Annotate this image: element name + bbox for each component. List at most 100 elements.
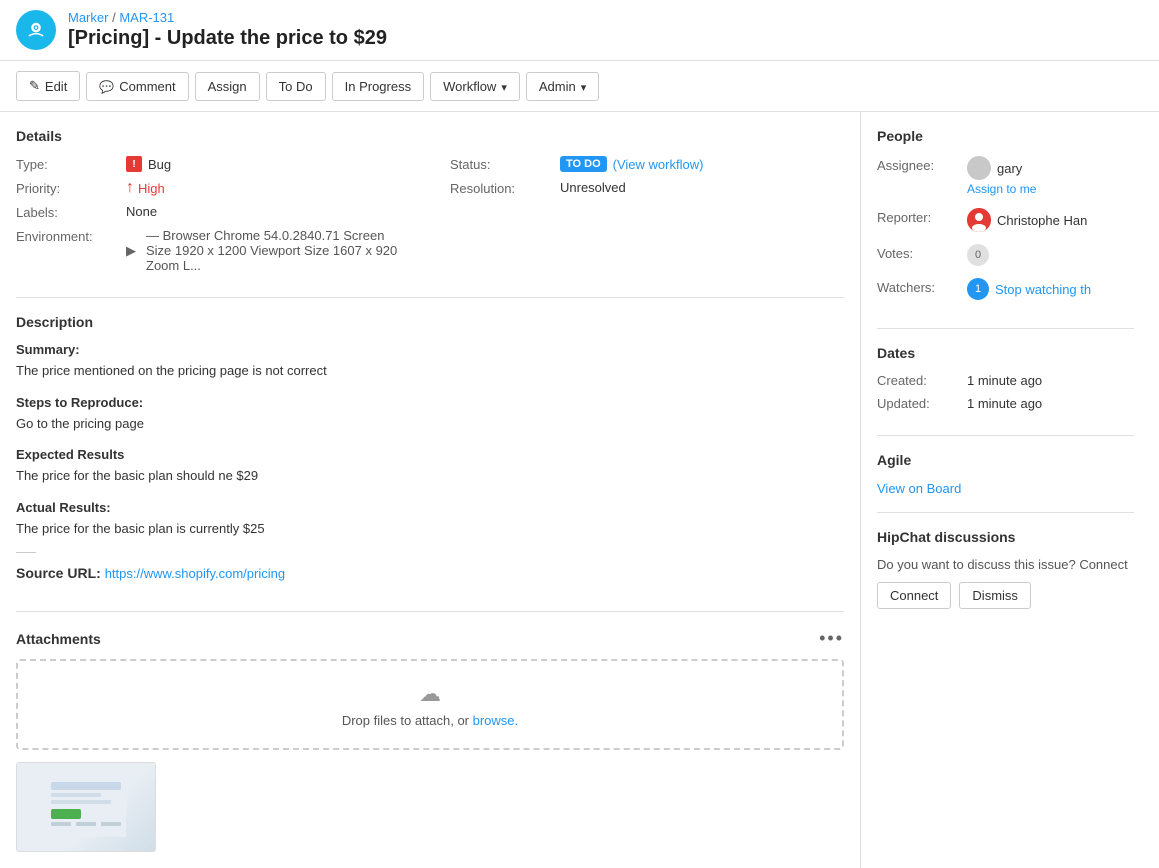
steps-heading: Steps to Reproduce: — [16, 395, 844, 410]
env-toggle[interactable]: ▶ — [126, 243, 136, 259]
hipchat-text: Do you want to discuss this issue? Conne… — [877, 557, 1134, 572]
browse-link[interactable]: browse. — [473, 713, 519, 728]
actual-heading: Actual Results: — [16, 500, 844, 515]
status-value: TO DO (View workflow) — [560, 156, 703, 172]
thumb-content — [17, 763, 155, 851]
created-row: Created: 1 minute ago — [877, 373, 1134, 388]
steps-block: Steps to Reproduce: Go to the pricing pa… — [16, 395, 844, 434]
main-layout: Details Type: ! Bug Priority: ↑ — [0, 112, 1159, 868]
updated-value: 1 minute ago — [967, 396, 1042, 411]
steps-text: Go to the pricing page — [16, 414, 844, 434]
description-title: Description — [16, 314, 844, 330]
agile-title: Agile — [877, 452, 1134, 468]
details-section: Details Type: ! Bug Priority: ↑ — [16, 128, 844, 298]
assign-button[interactable]: Assign — [195, 72, 260, 101]
assignee-row: Assignee: gary Assign to me — [877, 156, 1134, 196]
updated-row: Updated: 1 minute ago — [877, 396, 1134, 411]
upload-icon: ☁ — [38, 681, 822, 707]
dismiss-button[interactable]: Dismiss — [959, 582, 1031, 609]
assign-to-me-link[interactable]: Assign to me — [967, 182, 1036, 196]
summary-block: Summary: The price mentioned on the pric… — [16, 342, 844, 381]
assignee-person: gary — [967, 156, 1036, 180]
dates-title: Dates — [877, 345, 1134, 361]
attachment-thumbnail[interactable] — [16, 762, 156, 852]
source-url-block: Source URL: https://www.shopify.com/pric… — [16, 565, 844, 581]
expected-heading: Expected Results — [16, 447, 844, 462]
votes-label: Votes: — [877, 244, 967, 261]
expected-block: Expected Results The price for the basic… — [16, 447, 844, 486]
in-progress-button[interactable]: In Progress — [332, 72, 424, 101]
breadcrumb: Marker / MAR-131 — [68, 10, 387, 25]
content-area: Details Type: ! Bug Priority: ↑ — [0, 112, 860, 868]
drop-zone[interactable]: ☁ Drop files to attach, or browse. — [16, 659, 844, 750]
updated-label: Updated: — [877, 396, 967, 411]
watchers-label: Watchers: — [877, 278, 967, 295]
watchers-value: 1 Stop watching th — [967, 278, 1091, 300]
bug-icon: ! — [126, 156, 142, 172]
reporter-person: Christophe Han — [967, 208, 1087, 232]
votes-value: 0 — [967, 244, 989, 266]
reporter-row: Reporter: Christophe Han — [877, 208, 1134, 232]
chevron-down-icon — [581, 79, 587, 94]
view-workflow-link[interactable]: (View workflow) — [613, 157, 704, 172]
type-row: Type: ! Bug — [16, 156, 410, 172]
watchers-row: Watchers: 1 Stop watching th — [877, 278, 1134, 300]
votes-badge: 0 — [967, 244, 989, 266]
status-badge: TO DO — [560, 156, 607, 172]
actual-text: The price for the basic plan is currentl… — [16, 519, 844, 539]
assignee-label: Assignee: — [877, 156, 967, 173]
header-text: Marker / MAR-131 [Pricing] - Update the … — [68, 10, 387, 50]
priority-row: Priority: ↑ High — [16, 180, 410, 196]
votes-row: Votes: 0 — [877, 244, 1134, 266]
view-board-link[interactable]: View on Board — [877, 481, 961, 496]
project-logo — [16, 10, 56, 50]
reporter-avatar — [967, 208, 991, 232]
resolution-row: Resolution: Unresolved — [450, 180, 844, 196]
drop-text: Drop files to attach, or — [342, 713, 473, 728]
status-label: Status: — [450, 156, 560, 172]
labels-value: None — [126, 204, 157, 219]
agile-section: Agile View on Board — [877, 452, 1134, 513]
summary-heading: Summary: — [16, 342, 844, 357]
comment-icon — [99, 79, 114, 94]
priority-value: ↑ High — [126, 180, 165, 196]
status-row: Status: TO DO (View workflow) — [450, 156, 844, 172]
hipchat-buttons: Connect Dismiss — [877, 582, 1134, 609]
labels-row: Labels: None — [16, 204, 410, 220]
watchers-badge: 1 — [967, 278, 989, 300]
assignee-value: gary Assign to me — [967, 156, 1036, 196]
comment-button[interactable]: Comment — [86, 72, 188, 101]
people-section: People Assignee: gary Assign to me Repor… — [877, 128, 1134, 329]
priority-label: Priority: — [16, 180, 126, 196]
expected-text: The price for the basic plan should ne $… — [16, 466, 844, 486]
created-label: Created: — [877, 373, 967, 388]
source-url-link[interactable]: https://www.shopify.com/pricing — [105, 566, 285, 581]
attachments-more-button[interactable]: ••• — [819, 628, 844, 649]
workflow-button[interactable]: Workflow — [430, 72, 520, 101]
type-value: ! Bug — [126, 156, 171, 172]
admin-button[interactable]: Admin — [526, 72, 599, 101]
connect-button[interactable]: Connect — [877, 582, 951, 609]
todo-button[interactable]: To Do — [266, 72, 326, 101]
resolution-value: Unresolved — [560, 180, 626, 195]
source-label: Source URL: — [16, 565, 101, 581]
page-header: Marker / MAR-131 [Pricing] - Update the … — [0, 0, 1159, 61]
chevron-down-icon — [501, 79, 507, 94]
stop-watching-link[interactable]: Stop watching th — [995, 282, 1091, 297]
details-title: Details — [16, 128, 844, 144]
edit-button[interactable]: Edit — [16, 71, 80, 101]
issue-link[interactable]: MAR-131 — [119, 10, 174, 25]
edit-icon — [29, 78, 40, 94]
description-section: Description Summary: The price mentioned… — [16, 314, 844, 612]
type-label: Type: — [16, 156, 126, 172]
assignee-name: gary — [997, 161, 1022, 176]
environment-label: Environment: — [16, 228, 126, 244]
resolution-label: Resolution: — [450, 180, 560, 196]
hipchat-section: HipChat discussions Do you want to discu… — [877, 529, 1134, 609]
actual-block: Actual Results: The price for the basic … — [16, 500, 844, 539]
environment-value: ▶ — Browser Chrome 54.0.2840.71 Screen S… — [126, 228, 410, 273]
project-link[interactable]: Marker — [68, 10, 108, 25]
attachments-section: Attachments ••• ☁ Drop files to attach, … — [16, 628, 844, 852]
reporter-label: Reporter: — [877, 208, 967, 225]
dates-section: Dates Created: 1 minute ago Updated: 1 m… — [877, 345, 1134, 436]
